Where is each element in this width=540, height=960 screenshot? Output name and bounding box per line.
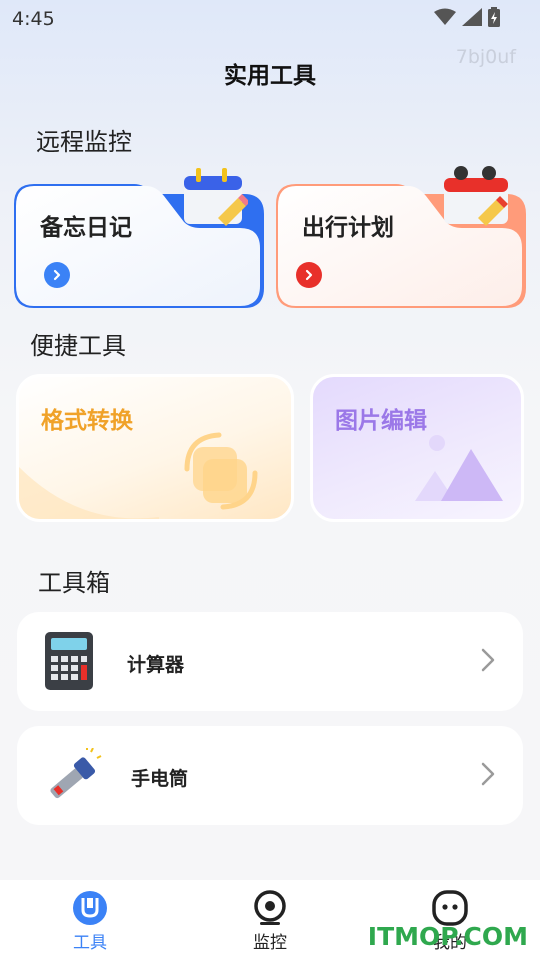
flashlight-icon [50, 748, 102, 799]
status-bar: 4:45 [0, 0, 540, 38]
nav-tab-tools[interactable]: 工具 [30, 880, 150, 953]
remote-section-title: 远程监控 [36, 128, 132, 156]
travel-plan-label: 出行计划 [302, 215, 394, 241]
toolbox-icon [73, 891, 107, 925]
format-conversion-card[interactable]: 格式转换 [16, 374, 294, 522]
image-editing-label: 图片编辑 [335, 408, 427, 434]
travel-plan-arrow-icon[interactable] [296, 262, 322, 288]
image-editing-card[interactable]: 图片编辑 [310, 374, 524, 522]
header-code: 7bj0uf [455, 46, 516, 68]
camera-icon [254, 890, 286, 925]
memo-diary-label: 备忘日记 [40, 215, 132, 241]
format-conversion-label: 格式转换 [41, 408, 133, 434]
calendar-pencil-icon [444, 166, 508, 226]
nav-label-monitor: 监控 [253, 933, 287, 953]
flashlight-row[interactable]: 手电筒 [17, 726, 523, 825]
status-icons [434, 7, 500, 27]
mountain-image-icon [415, 435, 503, 501]
convert-icon [184, 432, 258, 510]
battery-icon [488, 7, 500, 27]
nav-label-tools: 工具 [73, 933, 107, 953]
signal-icon [462, 8, 482, 26]
calculator-icon [45, 632, 93, 690]
toolbox-section-title: 工具箱 [38, 569, 110, 597]
travel-plan-card[interactable]: 出行计划 [276, 166, 526, 308]
wifi-icon [434, 8, 456, 25]
site-watermark: ITMOP.COM [367, 922, 528, 951]
chevron-right-icon [481, 648, 495, 672]
status-time: 4:45 [12, 8, 55, 30]
memo-diary-card[interactable]: 备忘日记 [14, 168, 264, 308]
calendar-pencil-icon [184, 168, 248, 226]
chevron-right-icon [481, 762, 495, 786]
calculator-label: 计算器 [127, 654, 185, 676]
flashlight-label: 手电筒 [131, 768, 189, 790]
robot-face-icon [432, 890, 468, 926]
calculator-row[interactable]: 计算器 [17, 612, 523, 711]
memo-diary-arrow-icon[interactable] [44, 262, 70, 288]
nav-tab-monitor[interactable]: 监控 [210, 880, 330, 953]
quick-section-title: 便捷工具 [30, 332, 126, 360]
